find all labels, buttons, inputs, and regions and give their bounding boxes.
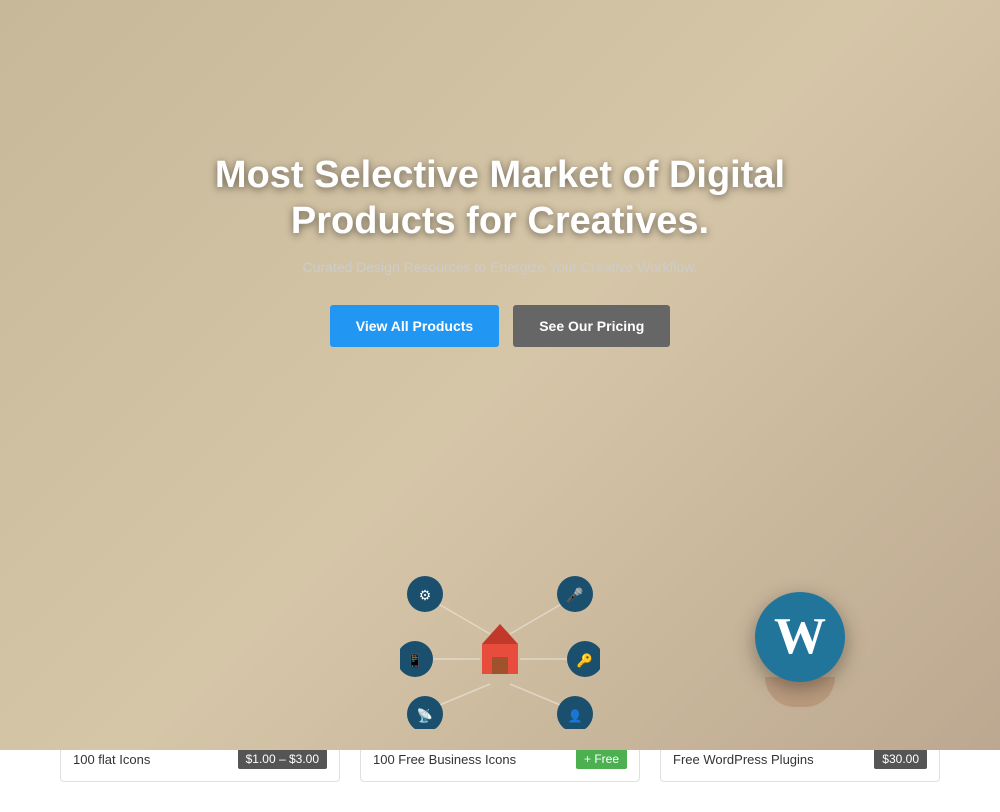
svg-text:👤: 👤 bbox=[568, 709, 583, 723]
hero-subtitle: Curated Design Resources to Energize You… bbox=[170, 259, 830, 275]
view-all-products-button[interactable]: View All Products bbox=[330, 305, 499, 347]
recently-added-section: Recently Added Items Checkout the latest… bbox=[0, 435, 1000, 812]
svg-text:🔑: 🔑 bbox=[577, 652, 593, 669]
product-name-2: 100 Free Business Icons bbox=[373, 752, 516, 767]
product-image-2: ⚙ 🎤 📱 🔑 📡 👤 bbox=[361, 559, 639, 739]
product-image-3: W bbox=[661, 559, 939, 739]
product-price-3: $30.00 bbox=[874, 749, 927, 769]
svg-text:📡: 📡 bbox=[417, 707, 433, 723]
product-name-3: Free WordPress Plugins bbox=[673, 752, 814, 767]
hero-buttons: View All Products See Our Pricing bbox=[170, 305, 830, 347]
product-name-1: 100 flat Icons bbox=[73, 752, 150, 767]
product-price-1: $1.00 – $3.00 bbox=[238, 749, 327, 769]
svg-text:🎤: 🎤 bbox=[566, 586, 584, 604]
hero-title: Most Selective Market of Digital Product… bbox=[170, 153, 830, 244]
product-card-3[interactable]: W Free WordPress Plugins $30.00 bbox=[660, 558, 940, 782]
products-grid: 100 flat Icons $1.00 – $3.00 bbox=[60, 558, 940, 782]
product-price-2: + Free bbox=[576, 749, 627, 769]
hero-content: Most Selective Market of Digital Product… bbox=[150, 133, 850, 366]
see-pricing-button[interactable]: See Our Pricing bbox=[513, 305, 670, 347]
svg-text:⚙: ⚙ bbox=[419, 587, 432, 603]
svg-text:📱: 📱 bbox=[407, 653, 423, 668]
